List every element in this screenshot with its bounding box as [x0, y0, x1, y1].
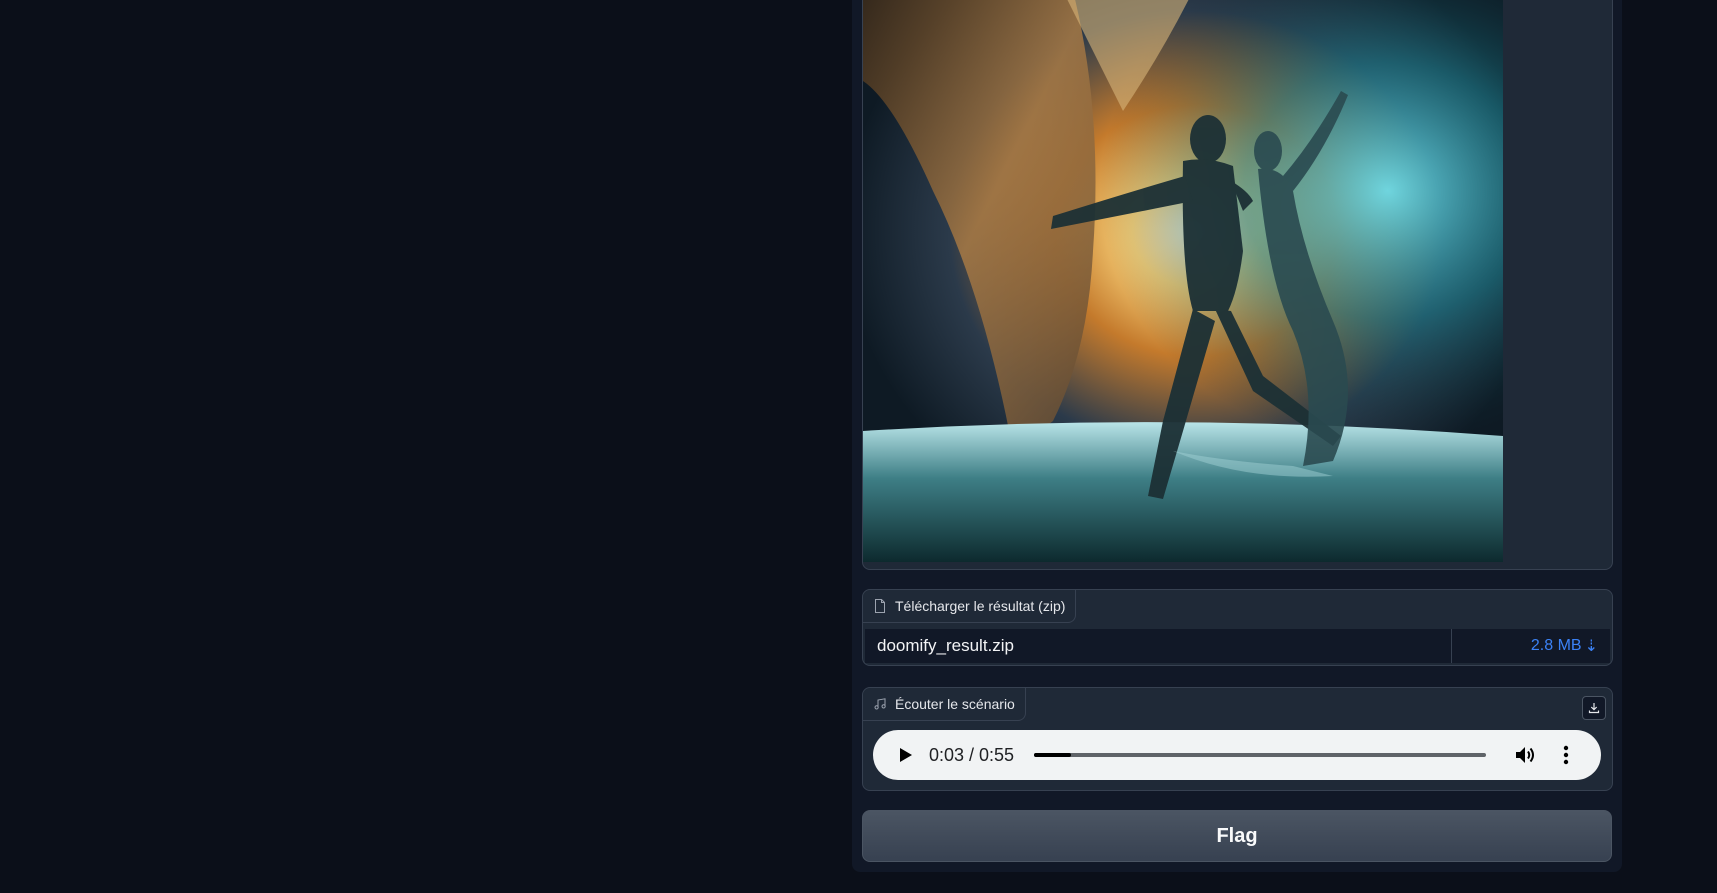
output-image [863, 0, 1503, 562]
file-output-label: Télécharger le résultat (zip) [863, 590, 1077, 623]
file-size: 2.8 MB [1530, 637, 1582, 654]
file-icon [873, 599, 887, 613]
flag-button[interactable]: Flag [862, 810, 1612, 862]
download-audio-button[interactable] [1582, 696, 1606, 720]
file-name: doomify_result.zip [865, 629, 1452, 663]
more-options-button[interactable] [1554, 743, 1578, 767]
image-output [862, 0, 1613, 570]
volume-button[interactable] [1514, 743, 1538, 767]
file-download-link[interactable]: 2.8 MB ⇣ [1452, 636, 1610, 656]
download-arrow-icon: ⇣ [1584, 638, 1598, 655]
audio-output-label-text: Écouter le scénario [895, 696, 1015, 712]
file-row: doomify_result.zip 2.8 MB ⇣ [865, 629, 1610, 663]
play-icon [900, 748, 912, 762]
audio-time: 0:03 / 0:55 [929, 744, 1015, 765]
file-output: Télécharger le résultat (zip) doomify_re… [862, 589, 1613, 666]
more-vertical-icon [1563, 745, 1569, 765]
play-button[interactable] [895, 744, 917, 766]
file-output-label-text: Télécharger le résultat (zip) [895, 598, 1066, 614]
audio-output-label: Écouter le scénario [863, 688, 1026, 721]
audio-progress-bar[interactable] [1034, 753, 1487, 757]
volume-icon [1516, 747, 1535, 763]
audio-output: Écouter le scénario 0:03 / 0:55 [862, 687, 1613, 791]
music-icon [873, 697, 887, 711]
audio-player: 0:03 / 0:55 [873, 730, 1601, 780]
download-icon [1588, 703, 1600, 714]
audio-progress-fill [1034, 753, 1071, 757]
